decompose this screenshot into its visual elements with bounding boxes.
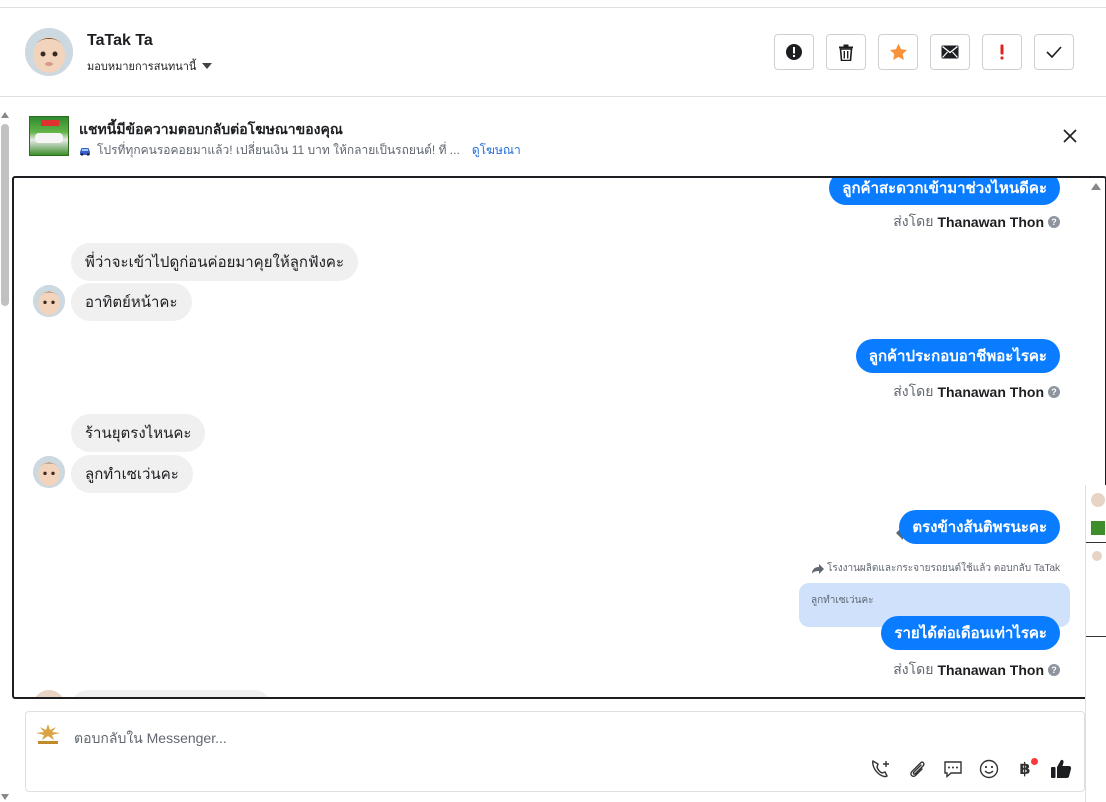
outgoing-message[interactable]: รายได้ต่อเดือนเท่าไรคะ — [881, 616, 1060, 650]
trash-icon — [839, 44, 853, 61]
incoming-message[interactable]: พี่ว่าจะเข้าไปดูก่อนค่อยมาคุยให้ลูกฟังคะ — [71, 243, 359, 281]
side-contact-avatar[interactable] — [1092, 551, 1102, 561]
page-logo-icon — [36, 724, 60, 744]
ad-banner-subtitle: โปรที่ทุกคนรอคอยมาแล้ว! เปลี่ยนเงิน 11 บ… — [79, 141, 521, 160]
message-input[interactable]: ตอบกลับใน Messenger... — [74, 728, 227, 750]
alert-circle-icon — [786, 44, 802, 60]
sent-by-label: ส่งโดย Thanawan Thon ? — [893, 211, 1060, 233]
help-icon[interactable]: ? — [1048, 216, 1060, 228]
scroll-up-arrow-icon[interactable] — [1, 112, 9, 118]
conversation-header: TaTak Ta มอบหมายการสนทนานี้ — [0, 8, 1106, 97]
reply-context-note: โรงงานผลิตและกระจายรถยนต์ใช้แล้ว ตอบกลับ… — [811, 561, 1060, 576]
exclamation-icon — [1000, 44, 1004, 60]
assign-label: มอบหมายการสนทนานี้ — [87, 61, 197, 73]
scrollbar-thumb[interactable] — [1, 124, 9, 306]
envelope-icon — [941, 45, 959, 59]
outgoing-message[interactable]: ลูกค้าสะดวกเข้ามาช่วงไหนดีคะ — [829, 178, 1060, 205]
saved-reply-button[interactable] — [942, 758, 964, 780]
assign-conversation-dropdown[interactable]: มอบหมายการสนทนานี้ — [87, 57, 213, 75]
attach-button[interactable] — [906, 758, 928, 780]
ad-banner-title: แชทนี้มีข้อความตอบกลับต่อโฆษณาของคุณ — [79, 121, 343, 137]
outgoing-message[interactable]: ตรงข้างส้นติพรนะคะ — [899, 510, 1060, 544]
header-actions — [774, 34, 1074, 70]
reply-composer: ตอบกลับใน Messenger... ฿ — [25, 711, 1085, 792]
scroll-down-arrow-icon[interactable] — [1, 794, 9, 800]
follow-up-button[interactable] — [982, 34, 1022, 70]
star-button[interactable] — [878, 34, 918, 70]
contact-name[interactable]: TaTak Ta — [87, 32, 153, 50]
top-divider — [0, 0, 1106, 8]
call-add-icon — [872, 759, 889, 778]
side-contact-avatar[interactable] — [1091, 493, 1105, 507]
contact-avatar-small[interactable] — [33, 285, 65, 317]
mark-unread-button[interactable] — [930, 34, 970, 70]
payment-button[interactable]: ฿ — [1014, 758, 1038, 780]
side-panel-box — [1086, 542, 1106, 637]
outgoing-message[interactable]: ลูกค้าประกอบอาชีพอะไรคะ — [855, 339, 1060, 373]
sent-by-label: ส่งโดย Thanawan Thon ? — [893, 381, 1060, 403]
like-button[interactable] — [1050, 758, 1072, 780]
close-icon[interactable] — [1062, 128, 1078, 144]
contact-avatar[interactable] — [25, 28, 73, 76]
side-ad-thumbnail[interactable] — [1091, 521, 1105, 535]
ad-reply-banner: แชทนี้มีข้อความตอบกลับต่อโฆษณาของคุณ โปร… — [12, 108, 1106, 172]
checkmark-icon — [1046, 46, 1062, 58]
spam-button[interactable] — [774, 34, 814, 70]
messenger-inbox-conversation: TaTak Ta มอบหมายการสนทนานี้ แชทนี้มีข้อค… — [0, 0, 1106, 802]
caret-down-icon — [202, 63, 213, 69]
contact-avatar-small[interactable] — [33, 456, 65, 488]
thread-scroll-up-icon[interactable] — [1091, 183, 1101, 190]
ad-text: โปรที่ทุกคนรอคอยมาแล้ว! เปลี่ยนเงิน 11 บ… — [97, 143, 460, 157]
forward-reply-icon — [811, 563, 824, 574]
message-thread[interactable]: ลูกค้าสะดวกเข้ามาช่วงไหนดีคะ ส่งโดย Than… — [12, 176, 1106, 699]
car-icon — [80, 147, 90, 156]
emoji-button[interactable] — [978, 758, 1000, 780]
incoming-message[interactable]: ลูกทำเซเว่นคะ — [71, 455, 193, 493]
view-ad-link[interactable]: ดูโฆษณา — [472, 141, 521, 160]
help-icon[interactable]: ? — [1048, 664, 1060, 676]
composer-toolbar: ฿ — [870, 758, 1072, 780]
done-button[interactable] — [1034, 34, 1074, 70]
sent-by-label: ส่งโดย Thanawan Thon ? — [893, 659, 1060, 681]
attachment-icon — [910, 761, 925, 778]
side-chat-strip — [1085, 485, 1106, 802]
page-scrollbar[interactable] — [0, 108, 10, 802]
star-icon — [889, 43, 907, 60]
delete-button[interactable] — [826, 34, 866, 70]
baht-payment-icon: ฿ — [1019, 761, 1031, 778]
incoming-message[interactable]: อาทิตย์หน้าคะ — [71, 283, 192, 321]
help-icon[interactable]: ? — [1048, 386, 1060, 398]
incoming-message[interactable]: ร้านยุตรงไหนคะ — [71, 414, 206, 452]
saved-reply-icon — [944, 761, 962, 779]
ad-thumbnail[interactable] — [29, 116, 69, 156]
notification-dot — [1031, 758, 1038, 765]
contact-avatar-small[interactable] — [33, 690, 65, 697]
call-add-button[interactable] — [870, 758, 892, 780]
emoji-icon — [979, 759, 999, 779]
incoming-message-partial[interactable] — [71, 690, 271, 697]
like-icon — [1051, 759, 1072, 778]
